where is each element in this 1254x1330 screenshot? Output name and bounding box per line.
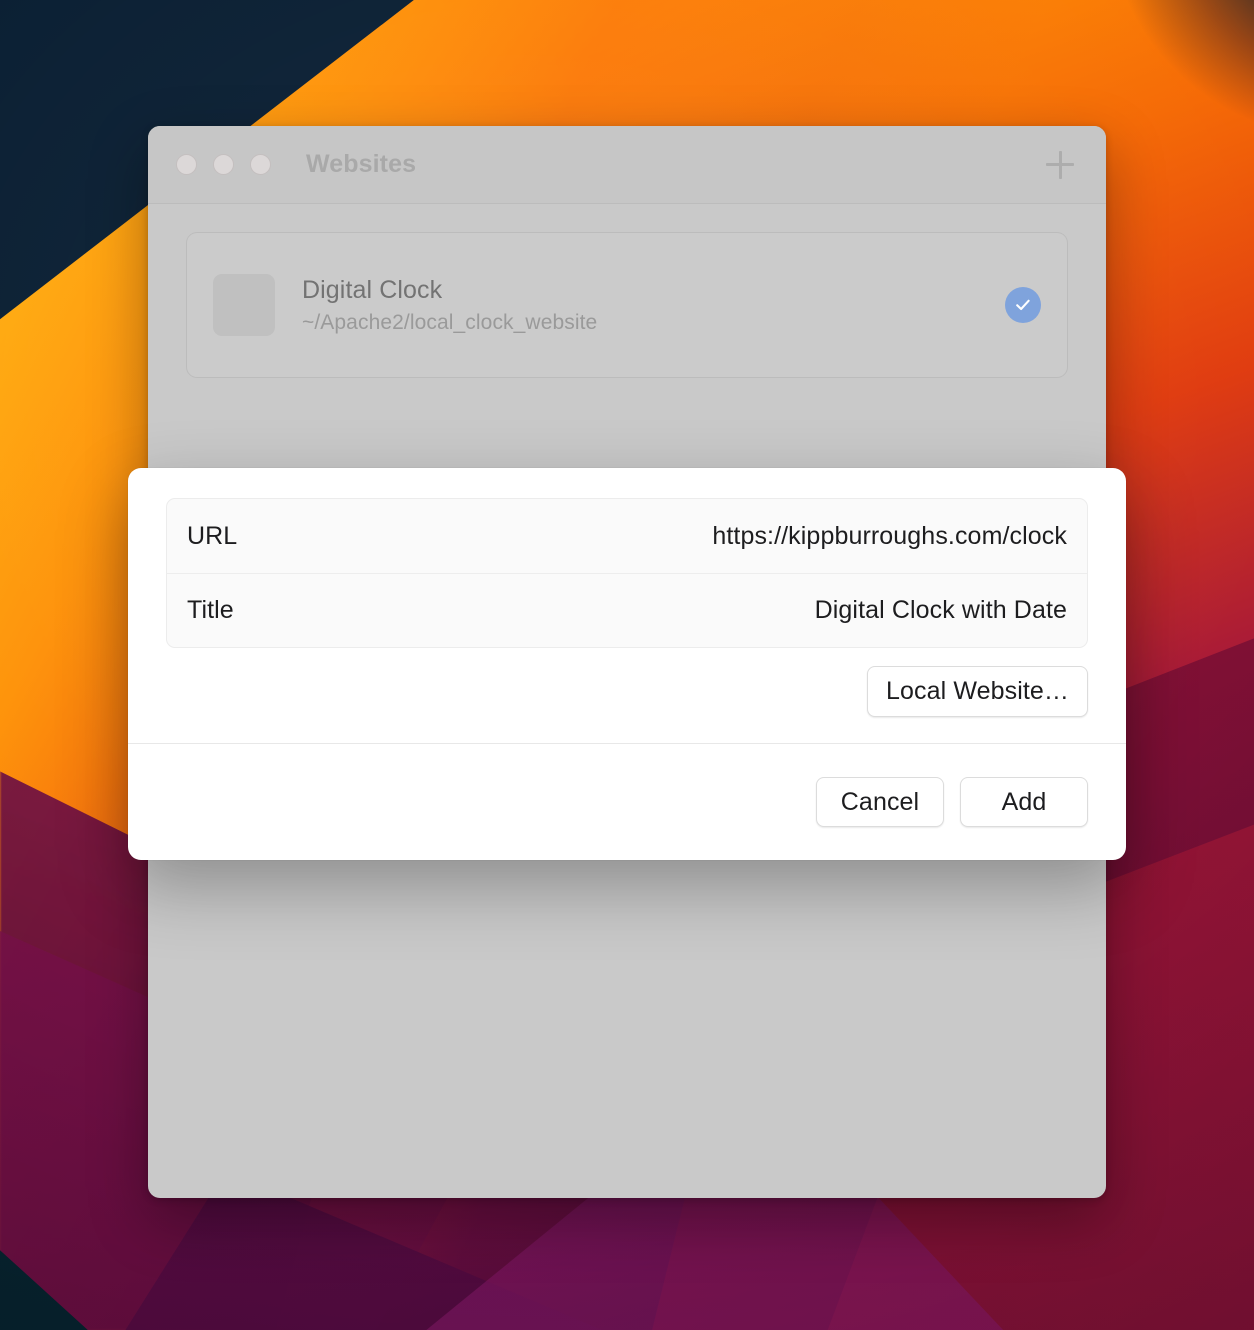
url-field-label: URL	[187, 521, 238, 550]
title-field-row[interactable]: Title Digital Clock with Date	[167, 573, 1087, 647]
website-path: ~/Apache2/local_clock_website	[302, 311, 598, 334]
title-field-label: Title	[187, 596, 234, 624]
dialog-content: URL https://kippburroughs.com/clock Titl…	[128, 468, 1126, 717]
window-title: Websites	[306, 150, 417, 178]
title-field-value[interactable]: Digital Clock with Date	[815, 596, 1067, 625]
window-content: Digital Clock ~/Apache2/local_clock_webs…	[148, 204, 1106, 406]
website-thumbnail-icon	[213, 274, 275, 336]
dialog-aux-actions: Local Website…	[166, 666, 1088, 717]
selected-badge[interactable]	[1005, 287, 1041, 323]
dialog-footer: Cancel Add	[128, 743, 1126, 860]
url-field-value[interactable]: https://kippburroughs.com/clock	[712, 522, 1067, 551]
cancel-button[interactable]: Cancel	[816, 776, 944, 828]
window-titlebar: Websites	[148, 126, 1106, 204]
check-icon	[1016, 299, 1030, 311]
website-name: Digital Clock	[302, 276, 443, 304]
add-button[interactable]: Add	[960, 776, 1088, 828]
local-website-button[interactable]: Local Website…	[867, 666, 1088, 717]
zoom-button[interactable]	[250, 154, 271, 175]
add-website-dialog[interactable]: URL https://kippburroughs.com/clock Titl…	[128, 468, 1126, 860]
add-website-button[interactable]	[1040, 145, 1080, 185]
traffic-light-group	[176, 154, 271, 175]
desktop-wallpaper: Websites Digital Clock ~/Apache2/local_c…	[0, 0, 1254, 1330]
url-field-row[interactable]: URL https://kippburroughs.com/clock	[167, 499, 1087, 573]
plus-icon-vertical	[1058, 150, 1062, 179]
form-field-group: URL https://kippburroughs.com/clock Titl…	[166, 498, 1088, 648]
list-item[interactable]: Digital Clock ~/Apache2/local_clock_webs…	[186, 232, 1068, 378]
list-item-text: Digital Clock ~/Apache2/local_clock_webs…	[302, 275, 1005, 335]
minimize-button[interactable]	[213, 154, 234, 175]
close-button[interactable]	[176, 154, 197, 175]
